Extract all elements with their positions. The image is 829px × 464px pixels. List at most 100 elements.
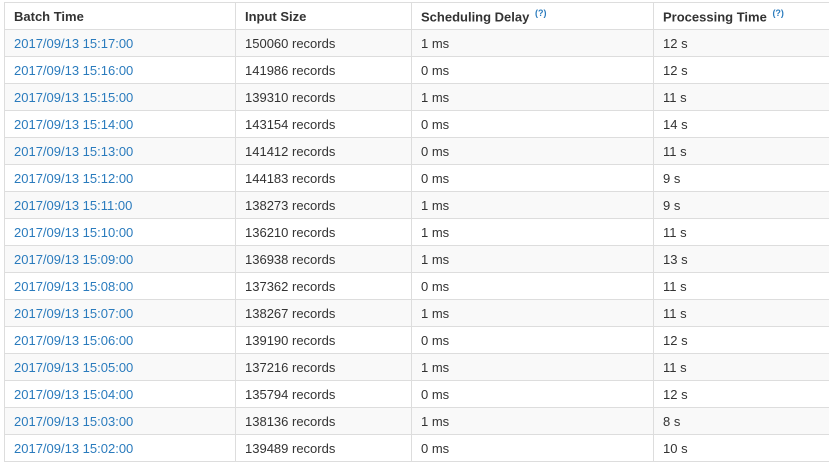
processing-time-cell: 12 s (653, 326, 829, 354)
table-row: 2017/09/13 15:11:00 138273 records 1 ms 9 s (4, 191, 829, 219)
processing-time-cell: 12 s (653, 380, 829, 408)
scheduling-delay-cell: 0 ms (411, 164, 654, 192)
batch-time-cell: 2017/09/13 15:16:00 (4, 56, 236, 84)
header-batch-time-label: Batch Time (14, 8, 84, 24)
scheduling-delay-cell: 1 ms (411, 245, 654, 273)
header-scheduling-delay-label: Scheduling Delay (421, 9, 530, 25)
input-size-cell: 137216 records (235, 353, 412, 381)
processing-time-cell: 14 s (653, 110, 829, 138)
batch-time-cell: 2017/09/13 15:11:00 (4, 191, 236, 219)
scheduling-delay-cell: 0 ms (411, 434, 654, 462)
processing-time-cell: 8 s (653, 407, 829, 435)
batch-time-link[interactable]: 2017/09/13 15:09:00 (14, 252, 133, 267)
header-row: Batch Time Input Size Scheduling Delay (… (4, 2, 829, 30)
processing-time-cell: 10 s (653, 434, 829, 462)
batch-time-link[interactable]: 2017/09/13 15:05:00 (14, 360, 133, 375)
batch-time-link[interactable]: 2017/09/13 15:02:00 (14, 441, 133, 456)
batch-time-cell: 2017/09/13 15:15:00 (4, 83, 236, 111)
batch-time-cell: 2017/09/13 15:03:00 (4, 407, 236, 435)
processing-time-cell: 11 s (653, 299, 829, 327)
batch-time-cell: 2017/09/13 15:07:00 (4, 299, 236, 327)
scheduling-delay-cell: 0 ms (411, 110, 654, 138)
table-row: 2017/09/13 15:03:00 138136 records 1 ms 8 s (4, 407, 829, 435)
table-row: 2017/09/13 15:10:00 136210 records 1 ms 11 … (4, 218, 829, 246)
batch-time-link[interactable]: 2017/09/13 15:10:00 (14, 225, 133, 240)
processing-time-cell: 11 s (653, 218, 829, 246)
batch-time-link[interactable]: 2017/09/13 15:04:00 (14, 387, 133, 402)
table-row: 2017/09/13 15:15:00 139310 records 1 ms 11 … (4, 83, 829, 111)
processing-time-cell: 9 s (653, 164, 829, 192)
batch-time-link[interactable]: 2017/09/13 15:13:00 (14, 144, 133, 159)
table-row: 2017/09/13 15:08:00 137362 records 0 ms 11 … (4, 272, 829, 300)
table-row: 2017/09/13 15:14:00 143154 records 0 ms 14 … (4, 110, 829, 138)
input-size-cell: 135794 records (235, 380, 412, 408)
input-size-cell: 143154 records (235, 110, 412, 138)
processing-time-cell: 13 s (653, 245, 829, 273)
table-row: 2017/09/13 15:04:00 135794 records 0 ms 12 … (4, 380, 829, 408)
batch-time-cell: 2017/09/13 15:08:00 (4, 272, 236, 300)
batch-time-cell: 2017/09/13 15:12:00 (4, 164, 236, 192)
completed-batches-table: Batch Time Input Size Scheduling Delay (… (4, 2, 829, 462)
table-row: 2017/09/13 15:09:00 136938 records 1 ms 13 … (4, 245, 829, 273)
scheduling-delay-cell: 1 ms (411, 407, 654, 435)
input-size-cell: 141412 records (235, 137, 412, 165)
input-size-cell: 136210 records (235, 218, 412, 246)
header-batch-time[interactable]: Batch Time (4, 2, 236, 30)
table-row: 2017/09/13 15:16:00 141986 records 0 ms 12 … (4, 56, 829, 84)
processing-time-help-icon[interactable]: (?) (772, 8, 784, 18)
batch-time-link[interactable]: 2017/09/13 15:07:00 (14, 306, 133, 321)
input-size-cell: 137362 records (235, 272, 412, 300)
table-header: Batch Time Input Size Scheduling Delay (… (4, 2, 829, 30)
processing-time-cell: 9 s (653, 191, 829, 219)
processing-time-cell: 11 s (653, 137, 829, 165)
batch-time-link[interactable]: 2017/09/13 15:03:00 (14, 414, 133, 429)
table-row: 2017/09/13 15:02:00 139489 records 0 ms 10 … (4, 434, 829, 462)
batch-time-link[interactable]: 2017/09/13 15:15:00 (14, 90, 133, 105)
batch-time-cell: 2017/09/13 15:05:00 (4, 353, 236, 381)
batch-time-cell: 2017/09/13 15:13:00 (4, 137, 236, 165)
input-size-cell: 136938 records (235, 245, 412, 273)
scheduling-delay-cell: 1 ms (411, 29, 654, 57)
batch-time-link[interactable]: 2017/09/13 15:08:00 (14, 279, 133, 294)
batch-time-cell: 2017/09/13 15:02:00 (4, 434, 236, 462)
input-size-cell: 138273 records (235, 191, 412, 219)
scheduling-delay-cell: 0 ms (411, 56, 654, 84)
table-row: 2017/09/13 15:17:00 150060 records 1 ms 12 … (4, 29, 829, 57)
scheduling-delay-cell: 1 ms (411, 191, 654, 219)
batch-time-cell: 2017/09/13 15:17:00 (4, 29, 236, 57)
scheduling-delay-cell: 1 ms (411, 218, 654, 246)
scheduling-delay-cell: 1 ms (411, 353, 654, 381)
input-size-cell: 150060 records (235, 29, 412, 57)
processing-time-cell: 11 s (653, 272, 829, 300)
header-input-size-label: Input Size (245, 8, 307, 24)
header-processing-time-label: Processing Time (663, 9, 767, 25)
scheduling-delay-cell: 0 ms (411, 380, 654, 408)
processing-time-cell: 11 s (653, 83, 829, 111)
batch-time-link[interactable]: 2017/09/13 15:14:00 (14, 117, 133, 132)
batch-time-link[interactable]: 2017/09/13 15:17:00 (14, 36, 133, 51)
processing-time-cell: 11 s (653, 353, 829, 381)
scheduling-delay-cell: 0 ms (411, 272, 654, 300)
table-row: 2017/09/13 15:06:00 139190 records 0 ms 12 … (4, 326, 829, 354)
batch-time-link[interactable]: 2017/09/13 15:06:00 (14, 333, 133, 348)
scheduling-delay-help-icon[interactable]: (?) (535, 8, 547, 18)
scheduling-delay-cell: 1 ms (411, 83, 654, 111)
processing-time-cell: 12 s (653, 29, 829, 57)
batch-time-cell: 2017/09/13 15:14:00 (4, 110, 236, 138)
header-scheduling-delay[interactable]: Scheduling Delay (?) (411, 2, 654, 30)
input-size-cell: 139489 records (235, 434, 412, 462)
batch-time-link[interactable]: 2017/09/13 15:16:00 (14, 63, 133, 78)
batch-time-link[interactable]: 2017/09/13 15:11:00 (14, 198, 132, 213)
table-row: 2017/09/13 15:07:00 138267 records 1 ms 11 … (4, 299, 829, 327)
batch-time-link[interactable]: 2017/09/13 15:12:00 (14, 171, 133, 186)
input-size-cell: 138267 records (235, 299, 412, 327)
input-size-cell: 139310 records (235, 83, 412, 111)
batch-time-cell: 2017/09/13 15:04:00 (4, 380, 236, 408)
table-row: 2017/09/13 15:13:00 141412 records 0 ms 11 … (4, 137, 829, 165)
table-row: 2017/09/13 15:05:00 137216 records 1 ms 11 … (4, 353, 829, 381)
scheduling-delay-cell: 0 ms (411, 326, 654, 354)
scheduling-delay-cell: 0 ms (411, 137, 654, 165)
header-processing-time[interactable]: Processing Time (?) (653, 2, 829, 30)
header-input-size[interactable]: Input Size (235, 2, 412, 30)
scheduling-delay-cell: 1 ms (411, 299, 654, 327)
